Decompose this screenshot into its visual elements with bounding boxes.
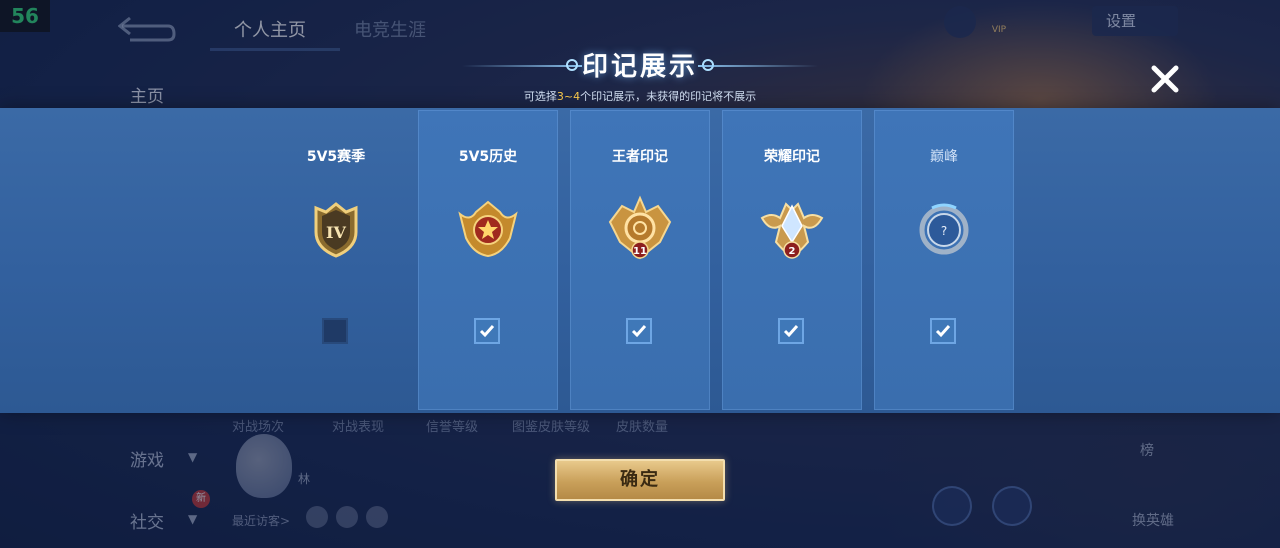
mark-checkbox[interactable] xyxy=(930,318,956,344)
mark-checkbox[interactable] xyxy=(626,318,652,344)
mark-card-king[interactable]: 王者印记 11 xyxy=(570,110,710,410)
mark-card-label: 5V5历史 xyxy=(458,149,518,165)
mark-checkbox[interactable] xyxy=(778,318,804,344)
mark-card-peak[interactable]: 巅峰 ? xyxy=(874,110,1014,410)
mark-card-season[interactable]: 5V5赛季 IV xyxy=(266,110,406,410)
mark-card-label: 荣耀印记 xyxy=(764,149,820,165)
mark-card-label: 5V5赛季 xyxy=(306,149,366,165)
title-ornament-right xyxy=(698,65,818,67)
king-mark-badge-icon: 11 xyxy=(608,195,672,260)
close-icon[interactable] xyxy=(1148,62,1182,96)
modal-subtitle: 可选择3~4个印记展示，未获得的印记将不展示 xyxy=(0,88,1280,104)
mark-card-glory[interactable]: 荣耀印记 2 xyxy=(722,110,862,410)
peak-locked-badge-icon: ? xyxy=(919,203,969,255)
subtitle-suffix: 个印记展示，未获得的印记将不展示 xyxy=(580,90,757,103)
history-star-badge-icon xyxy=(458,200,518,258)
subtitle-highlight: 3~4 xyxy=(556,90,581,103)
confirm-button[interactable]: 确定 xyxy=(555,459,725,501)
svg-text:IV: IV xyxy=(326,223,346,242)
mark-card-label: 巅峰 xyxy=(930,149,958,165)
svg-text:?: ? xyxy=(941,224,947,238)
glory-mark-badge-icon: 2 xyxy=(760,202,824,259)
mark-card-label: 王者印记 xyxy=(612,149,668,165)
svg-text:11: 11 xyxy=(633,246,647,257)
subtitle-prefix: 可选择 xyxy=(523,90,557,103)
mark-card-history[interactable]: 5V5历史 xyxy=(418,110,558,410)
mark-checkbox[interactable] xyxy=(474,318,500,344)
mark-checkbox[interactable] xyxy=(322,318,348,344)
modal-title: 印记展示 xyxy=(581,52,698,82)
season-shield-badge-icon: IV xyxy=(314,202,358,258)
svg-text:2: 2 xyxy=(789,246,796,257)
